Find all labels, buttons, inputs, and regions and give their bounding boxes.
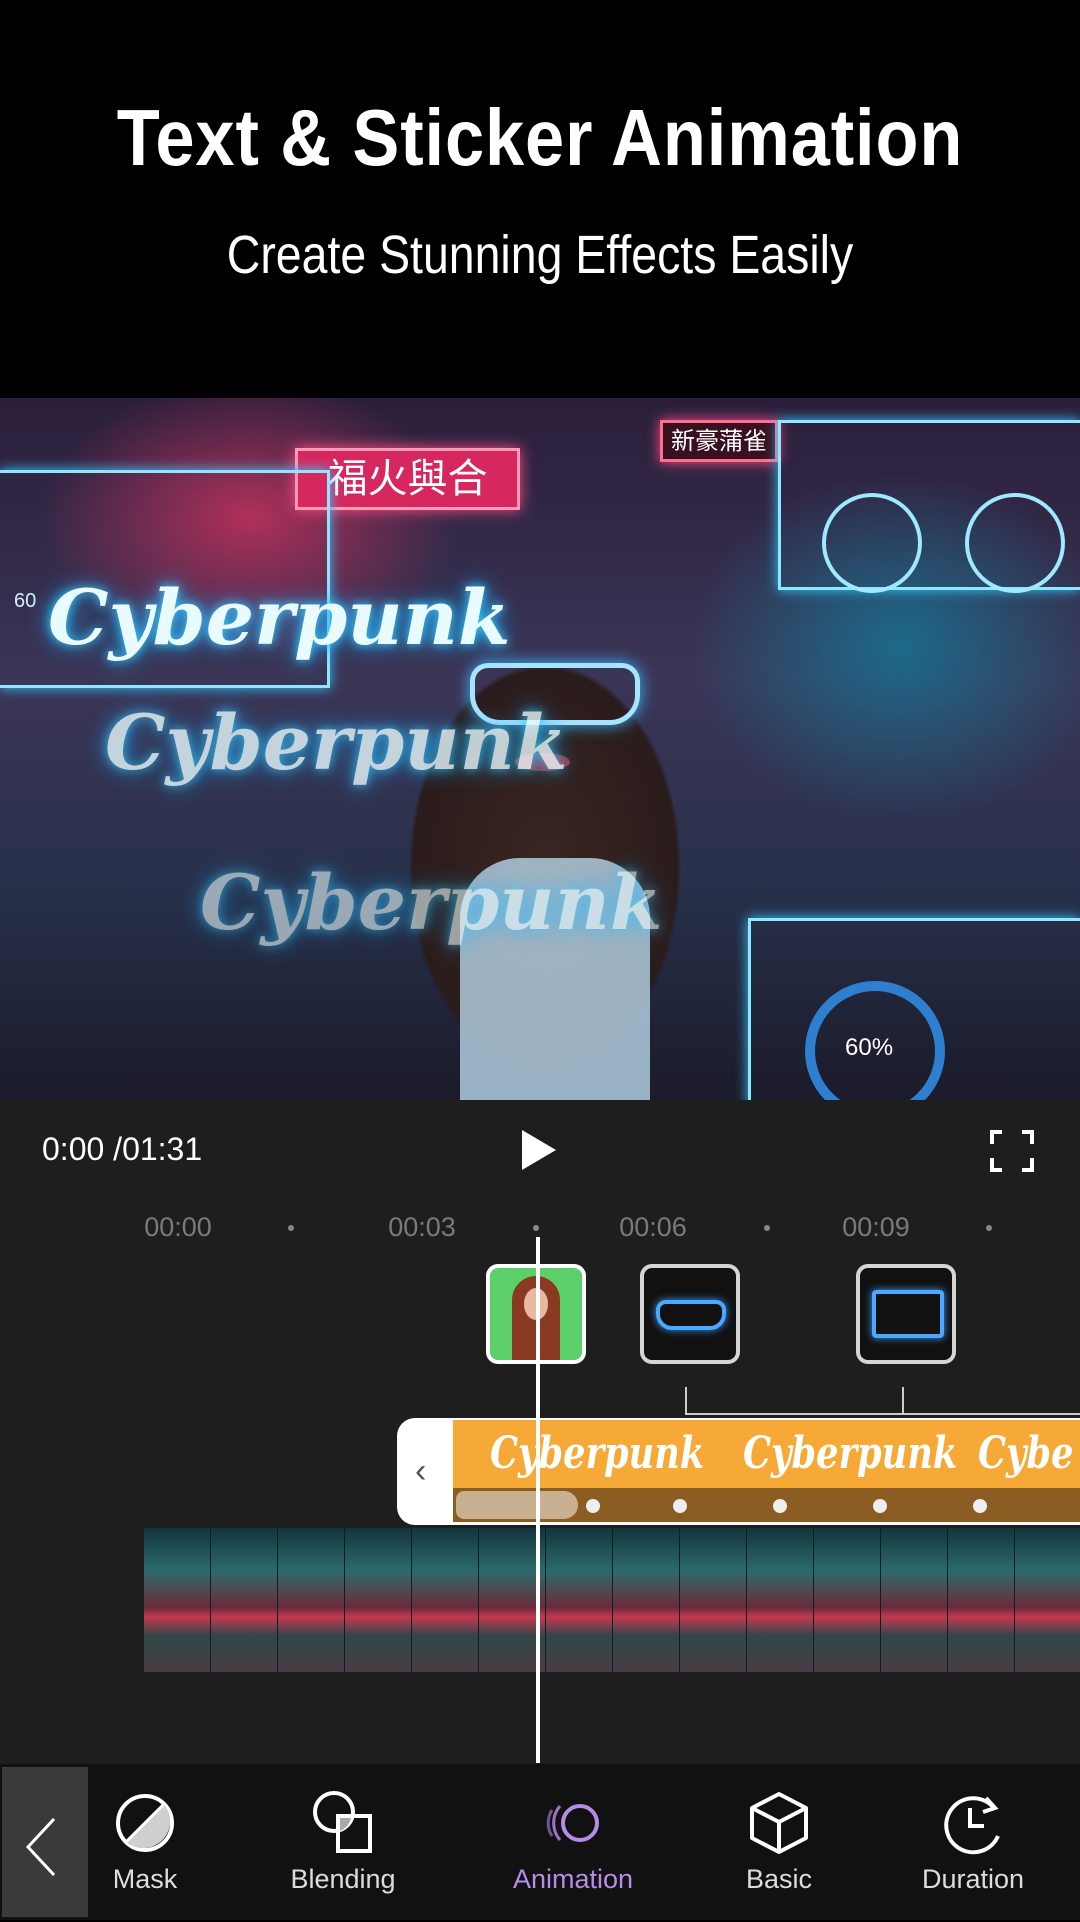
ruler-label: 00:09 xyxy=(842,1212,910,1242)
connector-line xyxy=(902,1387,904,1415)
hud-circle xyxy=(822,493,922,593)
tool-label: Mask xyxy=(112,1864,178,1894)
keyframe-dot[interactable] xyxy=(873,1499,887,1513)
keyframe-dot[interactable] xyxy=(973,1499,987,1513)
keyframe-dot[interactable] xyxy=(586,1499,600,1513)
keyframe-dot[interactable] xyxy=(773,1499,787,1513)
tool-mask[interactable]: Mask xyxy=(65,1790,225,1895)
text-track-labels[interactable]: Cyberpunk Cyberpunk Cybe xyxy=(453,1420,1080,1488)
tool-label: Basic xyxy=(745,1864,813,1894)
tool-label: Blending xyxy=(290,1864,396,1894)
cyberpunk-text-1[interactable]: Cyberpunk xyxy=(48,573,511,662)
ruler-label: 00:06 xyxy=(619,1212,687,1242)
connector-line xyxy=(685,1387,687,1415)
tool-label: Animation xyxy=(512,1864,634,1894)
clock-icon xyxy=(944,1796,1000,1855)
hud-value: 60 xyxy=(14,590,37,612)
ruler-label: 00:03 xyxy=(388,1212,456,1242)
connector-line xyxy=(685,1413,1080,1415)
ruler-dot xyxy=(764,1225,770,1231)
cyberpunk-text-3[interactable]: Cyberpunk xyxy=(200,858,663,947)
mask-icon xyxy=(116,1794,174,1852)
ruler-dot xyxy=(288,1225,294,1231)
chevron-left-icon[interactable]: ‹ xyxy=(415,1452,426,1491)
play-icon[interactable] xyxy=(522,1130,556,1170)
promo-title: Text & Sticker Animation xyxy=(116,93,964,182)
hud-percent: 60% xyxy=(845,1034,894,1061)
video-preview[interactable]: 福火與合 新豪蒲雀 60% 60 Cyberpunk Cyberpunk Cyb… xyxy=(0,398,1080,1100)
tool-blending[interactable]: Blending xyxy=(263,1790,423,1895)
cube-icon xyxy=(750,1792,808,1854)
track-text: Cybe xyxy=(978,1428,1074,1479)
tool-animation[interactable]: Animation xyxy=(493,1790,653,1895)
hud-circle xyxy=(965,493,1065,593)
sticker-thumb-glasses[interactable] xyxy=(640,1264,740,1364)
sticker-thumb-hud[interactable] xyxy=(856,1264,956,1364)
cyberpunk-text-2[interactable]: Cyberpunk xyxy=(105,698,568,787)
neon-sign: 新豪蒲雀 xyxy=(660,420,778,462)
fullscreen-icon[interactable] xyxy=(990,1130,1034,1172)
ruler-dot xyxy=(986,1225,992,1231)
promo-subtitle: Create Stunning Effects Easily xyxy=(226,225,854,285)
video-track[interactable] xyxy=(144,1528,1080,1672)
ruler-dot xyxy=(533,1225,539,1231)
tool-basic[interactable]: Basic xyxy=(699,1790,859,1895)
animation-icon xyxy=(546,1804,599,1842)
blending-icon xyxy=(313,1791,372,1853)
tool-label: Duration xyxy=(921,1864,1025,1894)
playhead[interactable] xyxy=(536,1237,540,1763)
animation-range-handle[interactable] xyxy=(456,1491,578,1519)
track-text: Cyberpunk xyxy=(743,1428,958,1479)
track-text: Cyberpunk xyxy=(490,1428,705,1479)
ruler-label: 00:00 xyxy=(144,1212,212,1242)
keyframe-dot[interactable] xyxy=(673,1499,687,1513)
playback-time: 0:00 /01:31 xyxy=(42,1131,203,1167)
tool-duration[interactable]: Duration xyxy=(893,1790,1053,1895)
